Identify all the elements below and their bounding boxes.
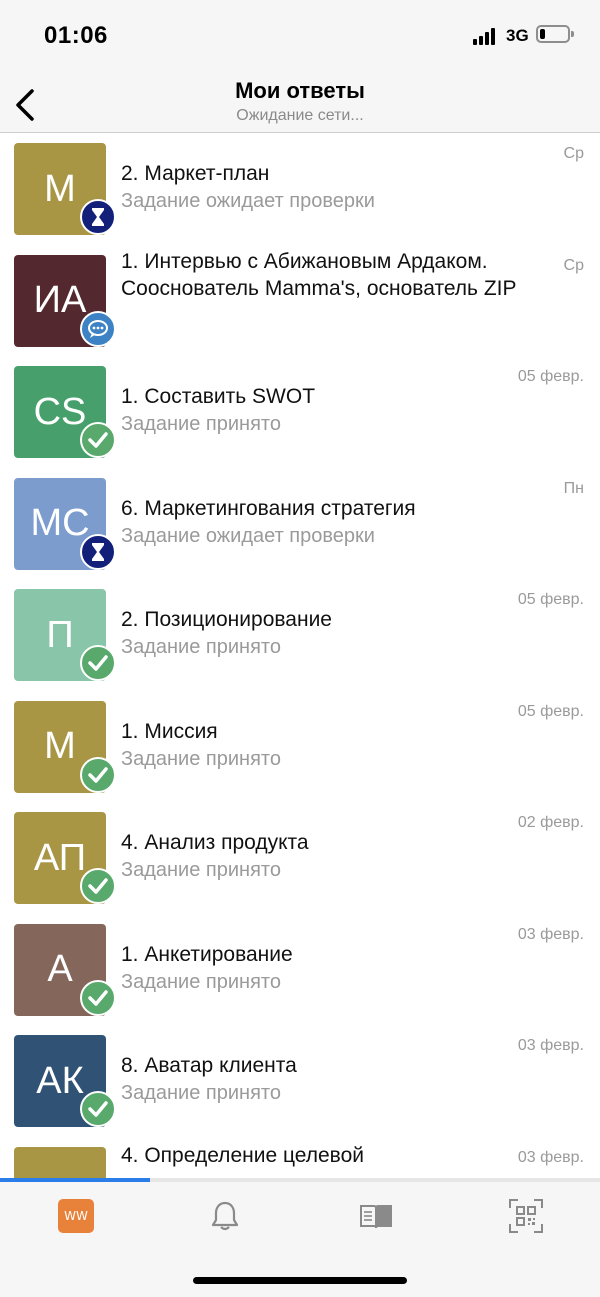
tab-library[interactable] bbox=[351, 1196, 401, 1236]
home-indicator[interactable] bbox=[193, 1277, 407, 1284]
connection-status: Ожидание сети... bbox=[236, 107, 364, 124]
item-date: 03 февр. bbox=[517, 1148, 584, 1166]
hourglass-icon bbox=[80, 533, 116, 570]
item-date: 05 февр. bbox=[517, 591, 584, 608]
item-date: 03 февр. bbox=[517, 925, 584, 943]
bell-icon bbox=[211, 1201, 239, 1231]
item-status: Задание принято bbox=[121, 970, 281, 993]
item-status: Задание принято bbox=[121, 859, 281, 881]
item-status: Задание принято bbox=[121, 1082, 281, 1104]
list-item[interactable]: МС 6. Маркетингования стратегия Задание ож… bbox=[0, 468, 600, 580]
item-status: Задание принято bbox=[121, 747, 281, 770]
item-title: 6. Маркетингования стратегия bbox=[121, 496, 416, 520]
item-status: Задание принято bbox=[121, 636, 281, 658]
nav-bar: Мои ответы Ожидание сети... bbox=[0, 72, 600, 133]
check-icon bbox=[80, 645, 116, 681]
status-bar: 01:06 3G bbox=[0, 0, 600, 72]
tab-notifications[interactable] bbox=[200, 1196, 250, 1236]
item-title: 4. Определение целевой bbox=[121, 1143, 364, 1167]
item-date: 05 февр. bbox=[517, 702, 584, 720]
list-item[interactable]: ИА 1. Интервью с Абижановым Ардаком. Соос… bbox=[0, 245, 600, 357]
item-date: Пн bbox=[563, 479, 584, 497]
list-item[interactable]: А 1. Анкетирование Задание принято 03 февр. bbox=[0, 914, 600, 1026]
check-icon bbox=[80, 979, 116, 1016]
list-item[interactable]: М 2. Маркет-план Задание ожидает проверки С… bbox=[0, 133, 600, 245]
book-icon bbox=[360, 1205, 392, 1229]
avatar bbox=[14, 1146, 106, 1178]
list-item[interactable]: АК 8. Аватар клиента Задание принято 03 фев… bbox=[0, 1025, 600, 1137]
item-title: 1. Анкетирование bbox=[121, 942, 293, 966]
item-status: Задание ожидает проверки bbox=[121, 524, 375, 547]
chat-icon bbox=[80, 310, 116, 347]
page-title: Мои ответы bbox=[235, 78, 365, 103]
item-title: 4. Анализ продукта bbox=[121, 831, 309, 854]
battery-icon bbox=[536, 25, 574, 43]
list-item[interactable]: М 1. Миссия Задание принято 05 февр. bbox=[0, 691, 600, 803]
item-title: 8. Аватар клиента bbox=[121, 1054, 297, 1077]
item-title: 1. Интервью с Абижановым Ардаком. Соосно… bbox=[121, 249, 517, 300]
item-date: 03 февр. bbox=[517, 1037, 584, 1054]
hourglass-icon bbox=[80, 199, 116, 235]
list-item[interactable]: П 2. Позиционирование Задание принято 05 фе… bbox=[0, 579, 600, 691]
check-icon bbox=[80, 756, 116, 793]
item-date: Ср bbox=[563, 145, 584, 162]
list-item[interactable]: 4. Определение целевой 03 февр. bbox=[0, 1137, 600, 1178]
list-item[interactable]: CS 1. Составить SWOT Задание принято 05 фев… bbox=[0, 356, 600, 468]
item-title: 2. Позиционирование bbox=[121, 608, 332, 631]
tab-home[interactable]: WW bbox=[51, 1196, 101, 1236]
item-title: 1. Составить SWOT bbox=[121, 385, 316, 408]
item-date: 02 февр. bbox=[517, 814, 584, 831]
item-title: 2. Маркет-план bbox=[121, 162, 270, 185]
answers-list[interactable]: М 2. Маркет-план Задание ожидает проверки С… bbox=[0, 133, 600, 1178]
signal-icon bbox=[473, 28, 499, 45]
network-type: 3G bbox=[506, 26, 529, 45]
check-icon bbox=[80, 868, 116, 904]
item-date: 05 февр. bbox=[517, 368, 584, 385]
ww-logo: WW bbox=[58, 1199, 94, 1233]
item-status: Задание принято bbox=[121, 413, 281, 435]
item-status: Задание ожидает проверки bbox=[121, 190, 375, 212]
check-icon bbox=[80, 422, 116, 458]
item-title: 1. Миссия bbox=[121, 719, 218, 743]
check-icon bbox=[80, 1091, 116, 1127]
battery-level bbox=[540, 29, 546, 39]
list-item[interactable]: АП 4. Анализ продукта Задание принято 02 фе… bbox=[0, 802, 600, 914]
qr-code-icon bbox=[509, 1199, 543, 1233]
status-time: 01:06 bbox=[44, 22, 108, 49]
item-date: Ср bbox=[563, 256, 584, 274]
tab-qr[interactable] bbox=[501, 1196, 551, 1236]
